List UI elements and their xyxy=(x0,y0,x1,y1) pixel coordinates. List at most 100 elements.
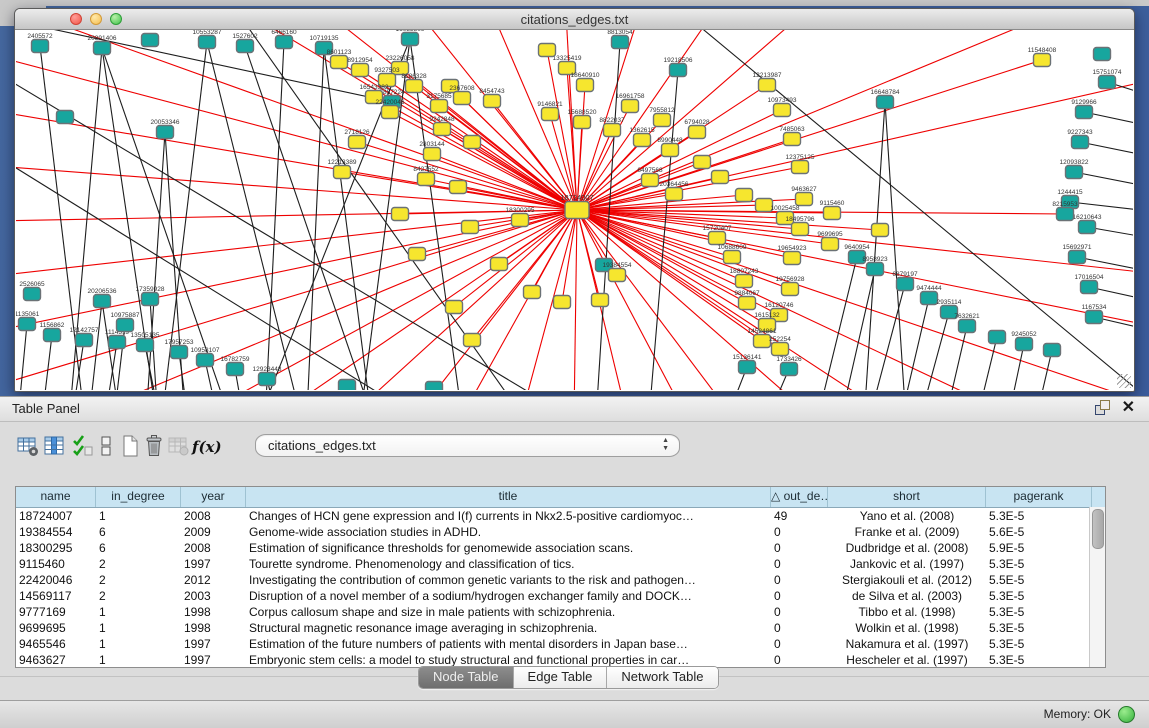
graph-node[interactable] xyxy=(709,232,726,245)
graph-node[interactable] xyxy=(157,126,174,139)
graph-node[interactable] xyxy=(227,363,244,376)
graph-node[interactable] xyxy=(142,34,159,47)
graph-node[interactable] xyxy=(867,263,884,276)
table-row[interactable]: 1938455462009Genome-wide association stu… xyxy=(16,524,1105,540)
window-titlebar[interactable]: citations_edges.txt xyxy=(15,9,1134,30)
graph-node[interactable] xyxy=(32,40,49,53)
graph-node[interactable] xyxy=(94,295,111,308)
graph-node[interactable] xyxy=(565,202,589,219)
graph-node[interactable] xyxy=(792,161,809,174)
graph-node[interactable] xyxy=(418,173,435,186)
graph-node[interactable] xyxy=(171,346,188,359)
graph-node[interactable] xyxy=(577,79,594,92)
graph-node[interactable] xyxy=(464,334,481,347)
graph-node[interactable] xyxy=(524,286,541,299)
graph-node[interactable] xyxy=(642,174,659,187)
graph-node[interactable] xyxy=(331,56,348,69)
table-row[interactable]: 946554611997Estimation of the future num… xyxy=(16,636,1105,652)
table-row[interactable]: 1872400712008Changes of HCN gene express… xyxy=(16,508,1105,524)
graph-node[interactable] xyxy=(117,319,134,332)
table-selector-dropdown[interactable]: citations_edges.txt ▲▼ xyxy=(255,434,680,457)
graph-node[interactable] xyxy=(612,36,629,49)
table-row[interactable]: 2242004622012Investigating the contribut… xyxy=(16,572,1105,588)
graph-node[interactable] xyxy=(434,123,451,136)
column-chooser-icon[interactable] xyxy=(42,434,66,458)
graph-node[interactable] xyxy=(622,100,639,113)
graph-node[interactable] xyxy=(759,79,776,92)
graph-node[interactable] xyxy=(739,297,756,310)
graph-node[interactable] xyxy=(592,294,609,307)
graph-node[interactable] xyxy=(199,36,216,49)
graph-node[interactable] xyxy=(574,116,591,129)
graph-node[interactable] xyxy=(259,373,276,386)
graph-node[interactable] xyxy=(739,361,756,374)
graph-node[interactable] xyxy=(462,221,479,234)
graph-node[interactable] xyxy=(44,329,61,342)
graph-node[interactable] xyxy=(736,189,753,202)
graph-node[interactable] xyxy=(392,208,409,221)
graph-node[interactable] xyxy=(542,108,559,121)
table-row[interactable]: 911546021997Tourette syndrome. Phenomeno… xyxy=(16,556,1105,572)
graph-node[interactable] xyxy=(19,318,36,331)
graph-node[interactable] xyxy=(464,136,481,149)
graph-node[interactable] xyxy=(426,382,443,391)
graph-node[interactable] xyxy=(754,335,771,348)
scrollbar-thumb[interactable] xyxy=(1092,509,1104,549)
graph-node[interactable] xyxy=(1081,281,1098,294)
graph-node[interactable] xyxy=(554,296,571,309)
graph-node[interactable] xyxy=(334,166,351,179)
close-panel-icon[interactable]: ✕ xyxy=(1122,400,1135,415)
tab-network-table[interactable]: Network Table xyxy=(607,667,717,688)
column-header-title[interactable]: title xyxy=(246,487,771,507)
graph-node[interactable] xyxy=(109,336,126,349)
graph-node[interactable] xyxy=(877,96,894,109)
graph-node[interactable] xyxy=(450,181,467,194)
graph-node[interactable] xyxy=(406,80,423,93)
network-view-window[interactable]: citations_edges.txt 24055722089140610553… xyxy=(14,8,1135,392)
graph-node[interactable] xyxy=(609,269,626,282)
table-row[interactable]: 969969511998Structural magnetic resonanc… xyxy=(16,620,1105,636)
graph-node[interactable] xyxy=(796,193,813,206)
column-header-short[interactable]: short xyxy=(828,487,986,507)
graph-node[interactable] xyxy=(382,106,399,119)
graph-node[interactable] xyxy=(94,42,111,55)
graph-node[interactable] xyxy=(712,171,729,184)
graph-node[interactable] xyxy=(662,144,679,157)
graph-node[interactable] xyxy=(76,334,93,347)
graph-node[interactable] xyxy=(772,343,789,356)
graph-node[interactable] xyxy=(352,64,369,77)
column-header-name[interactable]: name xyxy=(16,487,96,507)
graph-node[interactable] xyxy=(736,275,753,288)
graph-node[interactable] xyxy=(1099,76,1116,89)
memory-status-icon[interactable] xyxy=(1118,706,1135,723)
graph-node[interactable] xyxy=(921,292,938,305)
graph-node[interactable] xyxy=(634,134,651,147)
graph-node[interactable] xyxy=(446,301,463,314)
graph-node[interactable] xyxy=(792,223,809,236)
graph-node[interactable] xyxy=(666,188,683,201)
column-header-out_de[interactable]: △ out_de… xyxy=(771,487,828,507)
table-settings-icon[interactable] xyxy=(16,434,40,458)
table-row[interactable]: 1830029562008Estimation of significance … xyxy=(16,540,1105,556)
graph-node[interactable] xyxy=(782,283,799,296)
new-table-icon[interactable] xyxy=(118,434,142,458)
graph-node[interactable] xyxy=(1057,208,1074,221)
graph-node[interactable] xyxy=(654,114,671,127)
row-options-icon[interactable] xyxy=(94,434,118,458)
graph-node[interactable] xyxy=(431,100,448,113)
table-row[interactable]: 1456911722003Disruption of a novel membe… xyxy=(16,588,1105,604)
graph-node[interactable] xyxy=(339,380,356,391)
graph-node[interactable] xyxy=(1079,221,1096,234)
graph-node[interactable] xyxy=(491,258,508,271)
graph-node[interactable] xyxy=(1072,136,1089,149)
table-row[interactable]: 977716911998Corpus callosum shape and si… xyxy=(16,604,1105,620)
graph-node[interactable] xyxy=(724,251,741,264)
graph-node[interactable] xyxy=(781,363,798,376)
column-header-year[interactable]: year xyxy=(181,487,246,507)
graph-node[interactable] xyxy=(1016,338,1033,351)
graph-node[interactable] xyxy=(872,224,889,237)
graph-node[interactable] xyxy=(689,126,706,139)
graph-node[interactable] xyxy=(959,320,976,333)
graph-node[interactable] xyxy=(1086,311,1103,324)
graph-node[interactable] xyxy=(137,339,154,352)
